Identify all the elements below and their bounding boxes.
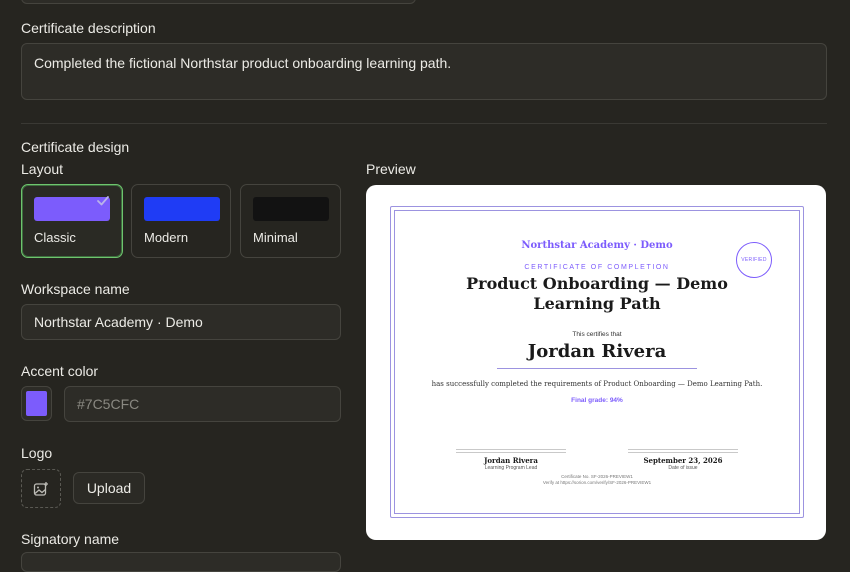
accent-label: Accent color [21, 363, 99, 379]
signature-line-2 [456, 452, 566, 453]
layout-name-minimal: Minimal [253, 230, 298, 245]
accent-color-swatch [26, 391, 47, 416]
preview-label: Preview [366, 161, 416, 177]
previous-field[interactable] [21, 0, 416, 4]
check-icon [97, 196, 109, 206]
design-section-title: Certificate design [21, 139, 130, 155]
recipient-underline [497, 368, 697, 369]
description-textarea[interactable]: Completed the fictional Northstar produc… [21, 43, 827, 100]
layout-option-classic[interactable]: Classic [21, 184, 123, 258]
cert-kicker: CERTIFICATE OF COMPLETION [524, 264, 670, 271]
layout-option-minimal[interactable]: Minimal [240, 184, 341, 258]
signatory-input[interactable] [21, 552, 341, 572]
cert-title-line2: Learning Path [533, 294, 661, 313]
workspace-input[interactable]: Northstar Academy · Demo [21, 304, 341, 340]
certificate-border: Northstar Academy · Demo VERIFIED CERTIF… [390, 206, 804, 518]
accent-hex-value: #7C5CFC [77, 396, 140, 412]
section-divider [21, 123, 827, 124]
modern-swatch [144, 197, 220, 221]
cert-date: September 23, 2026 [643, 456, 723, 465]
cert-certifies: This certifies that [572, 331, 622, 338]
certificate-preview: Northstar Academy · Demo VERIFIED CERTIF… [366, 185, 826, 540]
workspace-value: Northstar Academy · Demo [34, 314, 203, 330]
minimal-swatch [253, 197, 329, 221]
layout-name-classic: Classic [34, 230, 76, 245]
cert-signatory-title: Learning Program Lead [484, 465, 538, 471]
cert-grade: Final grade: 94% [571, 397, 623, 404]
cert-number: Certificate No. SF-2026-PREVIEW1 [561, 474, 633, 479]
description-value: Completed the fictional Northstar produc… [34, 55, 452, 71]
logo-label: Logo [21, 445, 53, 461]
signatory-label: Signatory name [21, 531, 120, 547]
layout-label: Layout [21, 161, 64, 177]
signature-line [456, 449, 566, 450]
layout-option-modern[interactable]: Modern [131, 184, 231, 258]
cert-verify-url: Verify at https://sorion.com/verify/SF-2… [542, 480, 652, 485]
workspace-label: Workspace name [21, 281, 130, 297]
cert-signatory-name: Jordan Rivera [484, 456, 538, 465]
accent-color-picker[interactable] [21, 386, 52, 421]
cert-recipient: Jordan Rivera [527, 341, 667, 362]
cert-date-label: Date of issue [668, 465, 698, 471]
cert-title-line1: Product Onboarding — Demo [466, 274, 728, 293]
cert-completion: has successfully completed the requireme… [431, 380, 763, 388]
logo-placeholder[interactable] [21, 469, 61, 508]
date-line-2 [628, 452, 738, 453]
verified-seal: VERIFIED [736, 242, 772, 278]
accent-hex-input[interactable]: #7C5CFC [64, 386, 341, 422]
date-line [628, 449, 738, 450]
image-add-icon [33, 481, 48, 496]
description-label: Certificate description [21, 20, 156, 36]
upload-button[interactable]: Upload [73, 472, 145, 504]
layout-name-modern: Modern [144, 230, 189, 245]
